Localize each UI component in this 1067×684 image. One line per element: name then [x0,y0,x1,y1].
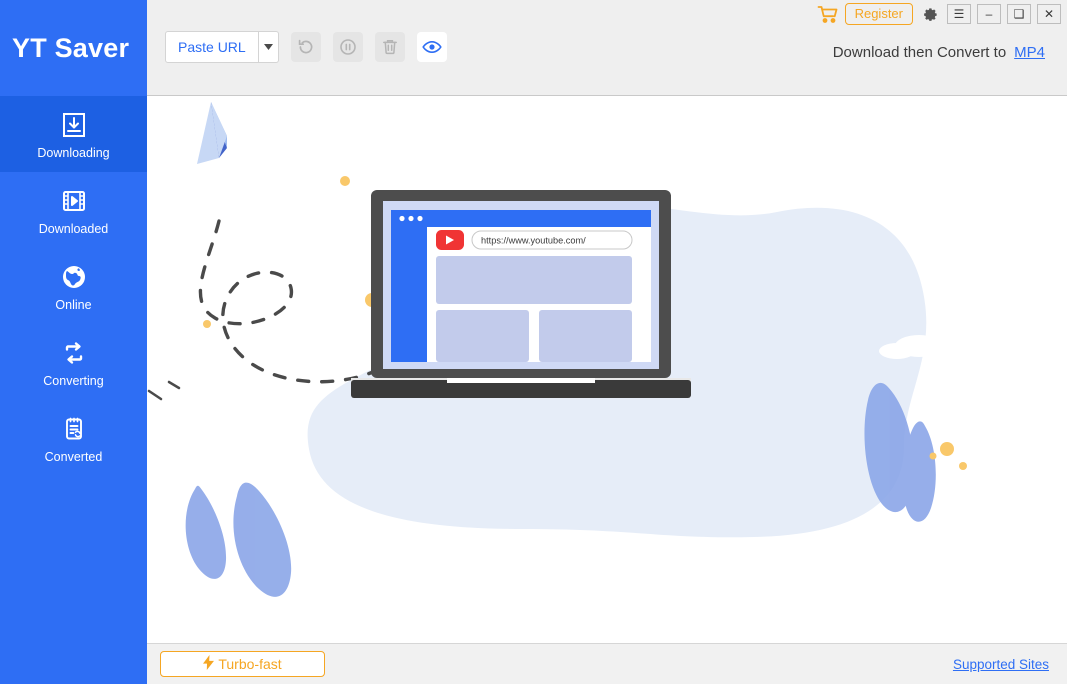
gear-icon[interactable] [919,3,941,25]
convert-format-link[interactable]: MP4 [1014,44,1045,61]
sidebar-item-converting[interactable]: Converting [0,324,147,400]
sidebar-nav: Downloading Downloaded Online Converting… [0,96,147,684]
globe-icon [58,261,90,293]
youtube-play-icon [436,230,464,250]
convert-label: Download then Convert to [832,44,1007,61]
register-button[interactable]: Register [844,2,913,25]
main-content: https://www.youtube.com/ [147,96,1067,643]
window-titlebar: Register ☰ – ❑ ✕ [817,0,1067,27]
status-bar: Turbo-fast Supported Sites [147,643,1067,684]
sidebar-item-label: Online [55,297,92,312]
convert-format-row: Download then Convert to MP4 [833,44,1045,61]
sidebar-item-label: Converting [43,373,104,388]
content-block-right [539,310,632,362]
sidebar-item-label: Converted [44,449,103,464]
turbo-fast-label: Turbo-fast [218,656,282,672]
eye-icon[interactable] [416,32,447,62]
browser-dots [399,215,423,222]
plane-trail [198,219,391,384]
chevron-down-icon[interactable] [258,31,279,63]
content-block-main [436,256,632,304]
film-play-icon [58,185,90,217]
content-block-left [436,310,529,362]
supported-sites-link[interactable]: Supported Sites [953,657,1049,672]
loop-arrows-icon [58,337,90,369]
toolbar: Paste URL [165,31,447,63]
browser-url-text: https://www.youtube.com/ [481,236,586,246]
minimize-icon[interactable]: – [977,3,1001,24]
sidebar-item-online[interactable]: Online [0,248,147,324]
app-window: YT Saver Downloading Downloaded Online C… [0,0,1067,684]
header-bar: Register ☰ – ❑ ✕ Paste URL Download then… [147,0,1067,96]
lightning-bolt-icon [203,655,215,673]
leaf-left [185,482,292,597]
maximize-icon[interactable]: ❑ [1007,3,1031,24]
laptop-icon: https://www.youtube.com/ [351,190,691,398]
sidebar-item-label: Downloading [37,145,110,160]
trash-icon[interactable] [374,32,405,62]
restart-icon[interactable] [290,32,321,62]
paste-url-group: Paste URL [165,31,279,63]
sidebar-item-downloading[interactable]: Downloading [0,96,147,172]
download-box-icon [58,109,90,141]
shopping-cart-icon[interactable] [817,4,839,24]
turbo-fast-button[interactable]: Turbo-fast [160,651,325,677]
app-logo: YT Saver [12,32,130,63]
spark-dash [147,380,181,401]
sidebar-item-downloaded[interactable]: Downloaded [0,172,147,248]
paper-plane-icon [197,102,227,164]
close-icon[interactable]: ✕ [1037,3,1061,24]
empty-state-illustration: https://www.youtube.com/ [147,102,967,597]
sidebar-item-label: Downloaded [38,221,109,236]
sidebar-item-converted[interactable]: Converted [0,400,147,476]
document-sync-icon [58,413,90,445]
hamburger-menu-icon[interactable]: ☰ [947,3,971,24]
pause-icon[interactable] [332,32,363,62]
paste-url-button[interactable]: Paste URL [165,31,259,63]
sidebar: YT Saver Downloading Downloaded Online C… [0,0,147,684]
